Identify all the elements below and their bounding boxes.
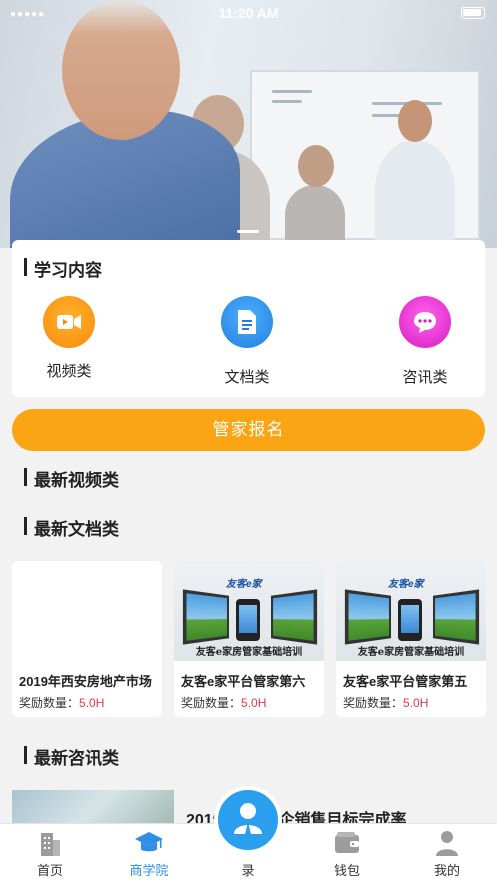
presenter-figure [375,140,455,240]
doc-title: 友客e家平台管家第六 [181,674,306,689]
status-time: 11:20 AM [218,5,279,21]
doc-reward-value: 5.0H [241,696,267,710]
phone-image [236,599,260,641]
presenter-head [398,100,432,142]
doc-card[interactable]: 友客e家 友客e家房管家基础培训 友客e家平台管家第五 奖励数量：5.0H [336,561,486,717]
tab-home-label: 首页 [36,863,63,878]
tab-mine-label: 我的 [433,863,460,878]
category-document[interactable]: 文档类 [202,296,292,387]
thumb-caption: 友客e家房管家基础培训 [195,647,303,658]
tab-wallet-label: 钱包 [333,863,360,878]
attendee-head [298,145,334,187]
building-icon [35,828,65,858]
doc-thumbnail [12,561,162,661]
agent-icon [231,800,265,841]
category-news-label: 咨讯类 [402,369,448,386]
category-news[interactable]: 咨讯类 [380,296,470,387]
category-document-label: 文档类 [224,369,270,386]
hero-banner[interactable]: ●●●●● 11:20 AM [0,0,497,248]
chat-icon [399,296,451,348]
doc-card[interactable]: 友客e家 友客e家房管家基础培训 友客e家平台管家第六 奖励数量：5.0H [174,561,324,717]
graduation-cap-icon [134,828,164,858]
steward-signup-button[interactable]: 管家报名 [12,409,485,451]
doc-thumbnail: 友客e家 友客e家房管家基础培训 [174,561,324,661]
doc-reward: 奖励数量：5.0H [343,696,429,710]
phone-image [398,599,422,641]
attendee-figure [285,185,345,245]
battery-icon [461,7,485,19]
latest-video-title: 最新视频类 [24,466,119,491]
agent-center-button[interactable] [214,786,282,854]
thumb-caption: 友客e家房管家基础培训 [357,647,465,658]
doc-card[interactable]: 2019年西安房地产市场 奖励数量：5.0H [12,561,162,717]
tab-home[interactable]: 首页 [10,824,90,883]
tab-record-label: 录 [241,863,255,878]
carousel-indicator[interactable] [237,230,259,233]
latest-doc-title: 最新文档类 [24,515,119,540]
tab-business-school-label: 商学院 [129,863,169,878]
learning-content-card: 学习内容 视频类 文档类 咨讯类 [12,240,485,397]
doc-reward: 奖励数量：5.0H [19,696,105,710]
doc-title: 友客e家平台管家第五 [343,674,468,689]
tab-wallet[interactable]: 钱包 [307,824,387,883]
learning-title: 学习内容 [24,256,102,281]
latest-news-title: 最新咨讯类 [24,744,119,769]
tab-mine[interactable]: 我的 [407,824,487,883]
doc-reward-value: 5.0H [403,696,429,710]
profile-icon [432,828,462,858]
doc-reward-value: 5.0H [79,696,105,710]
category-video[interactable]: 视频类 [24,296,114,381]
doc-thumbnail: 友客e家 友客e家房管家基础培训 [336,561,486,661]
document-icon [221,296,273,348]
wallet-icon [332,828,362,858]
doc-title: 2019年西安房地产市场 [19,674,152,689]
category-video-label: 视频类 [46,363,92,380]
doc-reward: 奖励数量：5.0H [181,696,267,710]
status-bar: ●●●●● 11:20 AM [0,0,497,26]
thumb-logo: 友客e家 [388,579,424,590]
thumb-logo: 友客e家 [226,579,262,590]
video-icon [43,296,95,348]
tab-business-school[interactable]: 商学院 [109,824,189,883]
